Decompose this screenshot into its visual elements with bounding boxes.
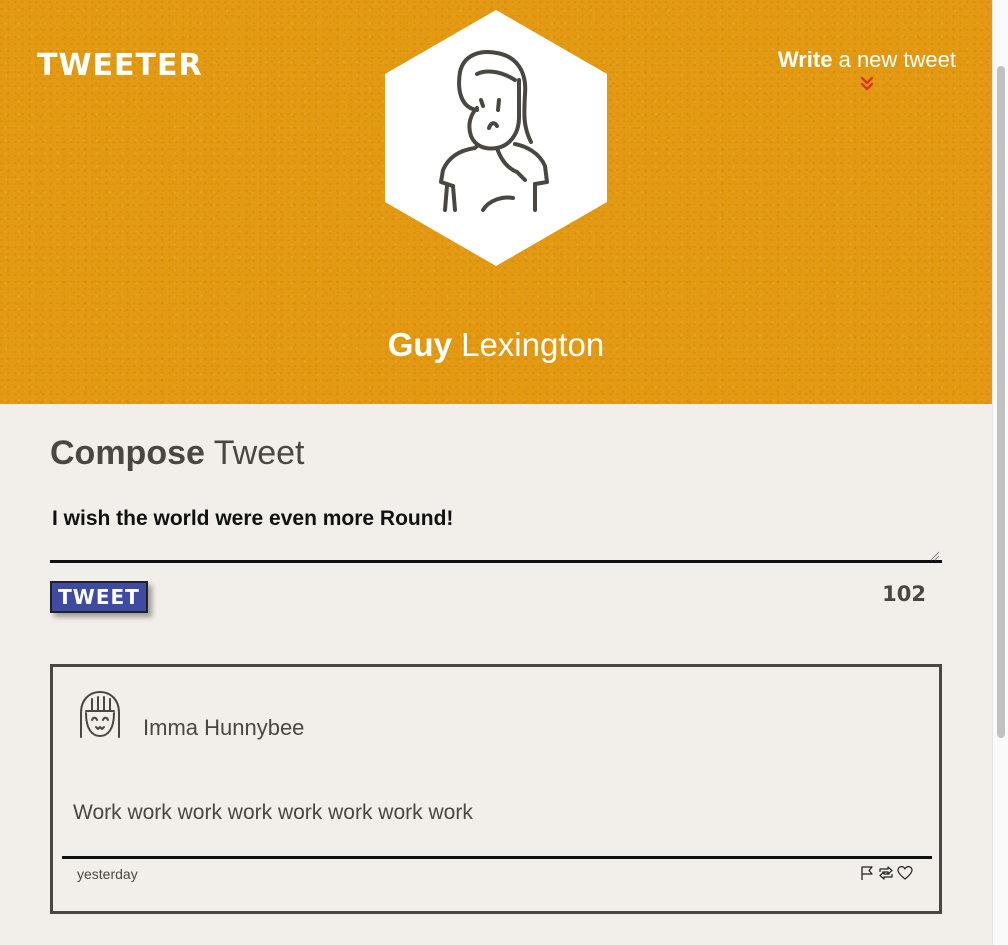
compose-title-bold: Compose xyxy=(50,434,205,472)
tweet-actions xyxy=(859,865,913,881)
profile-avatar xyxy=(385,10,607,266)
profile-name: Guy Lexington xyxy=(0,326,992,364)
tweet-author-name[interactable]: Imma Hunnybee xyxy=(143,715,304,741)
page-scrollbar[interactable] xyxy=(992,0,1008,945)
page: TWEETER Write a new tweet Guy Lexington … xyxy=(0,0,992,945)
compose-title-rest: Tweet xyxy=(204,434,305,472)
tweet-input[interactable]: I wish the world were even more Round! xyxy=(50,497,942,563)
write-nav-bold: Write xyxy=(777,47,833,72)
tweet-divider xyxy=(62,856,932,859)
chevron-double-down-icon xyxy=(860,76,874,91)
resize-grip-icon[interactable] xyxy=(930,551,940,561)
author-avatar xyxy=(80,691,120,738)
flag-icon[interactable] xyxy=(859,865,875,881)
scrollbar-thumb[interactable] xyxy=(997,66,1005,738)
write-nav-rest: a new tweet xyxy=(832,47,956,72)
char-counter: 102 xyxy=(882,582,926,606)
write-new-tweet-link[interactable]: Write a new tweet xyxy=(778,47,956,91)
retweet-icon[interactable] xyxy=(878,865,894,881)
heart-icon[interactable] xyxy=(897,865,913,881)
tweet-card: Imma Hunnybee Work work work work work w… xyxy=(50,664,942,914)
app-logo[interactable]: TWEETER xyxy=(37,48,203,83)
compose-title: Compose Tweet xyxy=(50,434,304,473)
profile-header: TWEETER Write a new tweet Guy Lexington xyxy=(0,0,992,404)
tweet-button[interactable]: TWEET xyxy=(50,581,148,613)
profile-last-name: Lexington xyxy=(451,326,605,363)
tweet-text: Work work work work work work work work xyxy=(73,801,473,824)
tweet-timestamp: yesterday xyxy=(77,866,138,882)
profile-first-name: Guy xyxy=(387,326,452,363)
